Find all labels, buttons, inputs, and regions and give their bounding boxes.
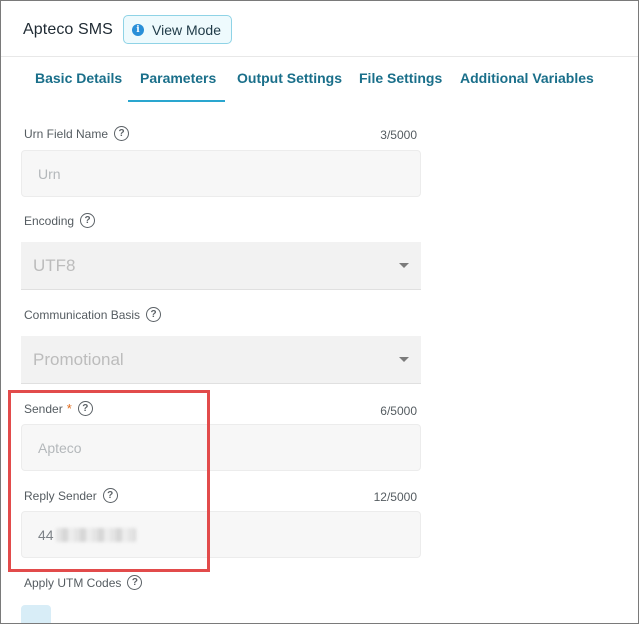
- encoding-value: UTF8: [33, 255, 76, 275]
- apply-utm-label: Apply UTM Codes ?: [24, 575, 143, 590]
- sender-label-text: Sender: [24, 401, 63, 416]
- sender-label: Sender * ?: [24, 401, 93, 416]
- communication-basis-label: Communication Basis ?: [24, 307, 162, 322]
- urn-field-label-text: Urn Field Name: [24, 126, 109, 141]
- tab-parameters[interactable]: Parameters: [140, 70, 216, 86]
- tab-additional-variables[interactable]: Additional Variables: [460, 70, 594, 86]
- sender-input[interactable]: Apteco: [21, 424, 421, 471]
- help-icon[interactable]: ?: [127, 575, 143, 590]
- view-mode-label: View Mode: [152, 21, 222, 38]
- view-mode-badge: i View Mode: [123, 15, 232, 44]
- help-icon[interactable]: ?: [80, 213, 96, 228]
- tab-output-settings[interactable]: Output Settings: [237, 70, 342, 86]
- reply-sender-input[interactable]: 44: [21, 511, 421, 558]
- chevron-down-icon: [399, 263, 409, 268]
- urn-field-value: Urn: [38, 165, 61, 182]
- sms-parameters-panel: Apteco SMS i View Mode Basic Details Par…: [0, 0, 639, 624]
- reply-sender-char-counter: 12/5000: [373, 490, 417, 504]
- required-marker: *: [66, 401, 72, 416]
- reply-sender-label: Reply Sender ?: [24, 488, 118, 503]
- apply-utm-label-text: Apply UTM Codes: [24, 575, 122, 590]
- info-icon: i: [132, 23, 144, 36]
- help-icon[interactable]: ?: [146, 307, 162, 322]
- help-icon[interactable]: ?: [114, 126, 130, 141]
- urn-char-counter: 3/5000: [380, 128, 417, 142]
- apply-utm-toggle[interactable]: [21, 605, 51, 623]
- sender-char-counter: 6/5000: [380, 404, 417, 418]
- help-icon[interactable]: ?: [77, 401, 93, 416]
- tab-bar: Basic Details Parameters Output Settings…: [1, 58, 638, 102]
- redacted-number: [55, 527, 136, 542]
- urn-field-input[interactable]: Urn: [21, 150, 421, 197]
- communication-basis-label-text: Communication Basis: [24, 307, 141, 322]
- app-title: Apteco SMS: [23, 21, 113, 38]
- encoding-select[interactable]: UTF8: [21, 242, 421, 290]
- reply-sender-label-text: Reply Sender: [24, 488, 97, 503]
- header-bar: Apteco SMS i View Mode: [1, 1, 638, 57]
- chevron-down-icon: [399, 357, 409, 362]
- encoding-label-text: Encoding: [24, 213, 75, 228]
- communication-basis-value: Promotional: [33, 349, 124, 369]
- urn-field-label: Urn Field Name ?: [24, 126, 130, 141]
- active-tab-indicator: [128, 100, 225, 102]
- tab-basic-details[interactable]: Basic Details: [35, 70, 122, 86]
- sender-value: Apteco: [38, 439, 82, 456]
- reply-sender-value: 44: [38, 526, 54, 543]
- encoding-label: Encoding ?: [24, 213, 96, 228]
- tab-file-settings[interactable]: File Settings: [359, 70, 442, 86]
- communication-basis-select[interactable]: Promotional: [21, 336, 421, 384]
- help-icon[interactable]: ?: [102, 488, 118, 503]
